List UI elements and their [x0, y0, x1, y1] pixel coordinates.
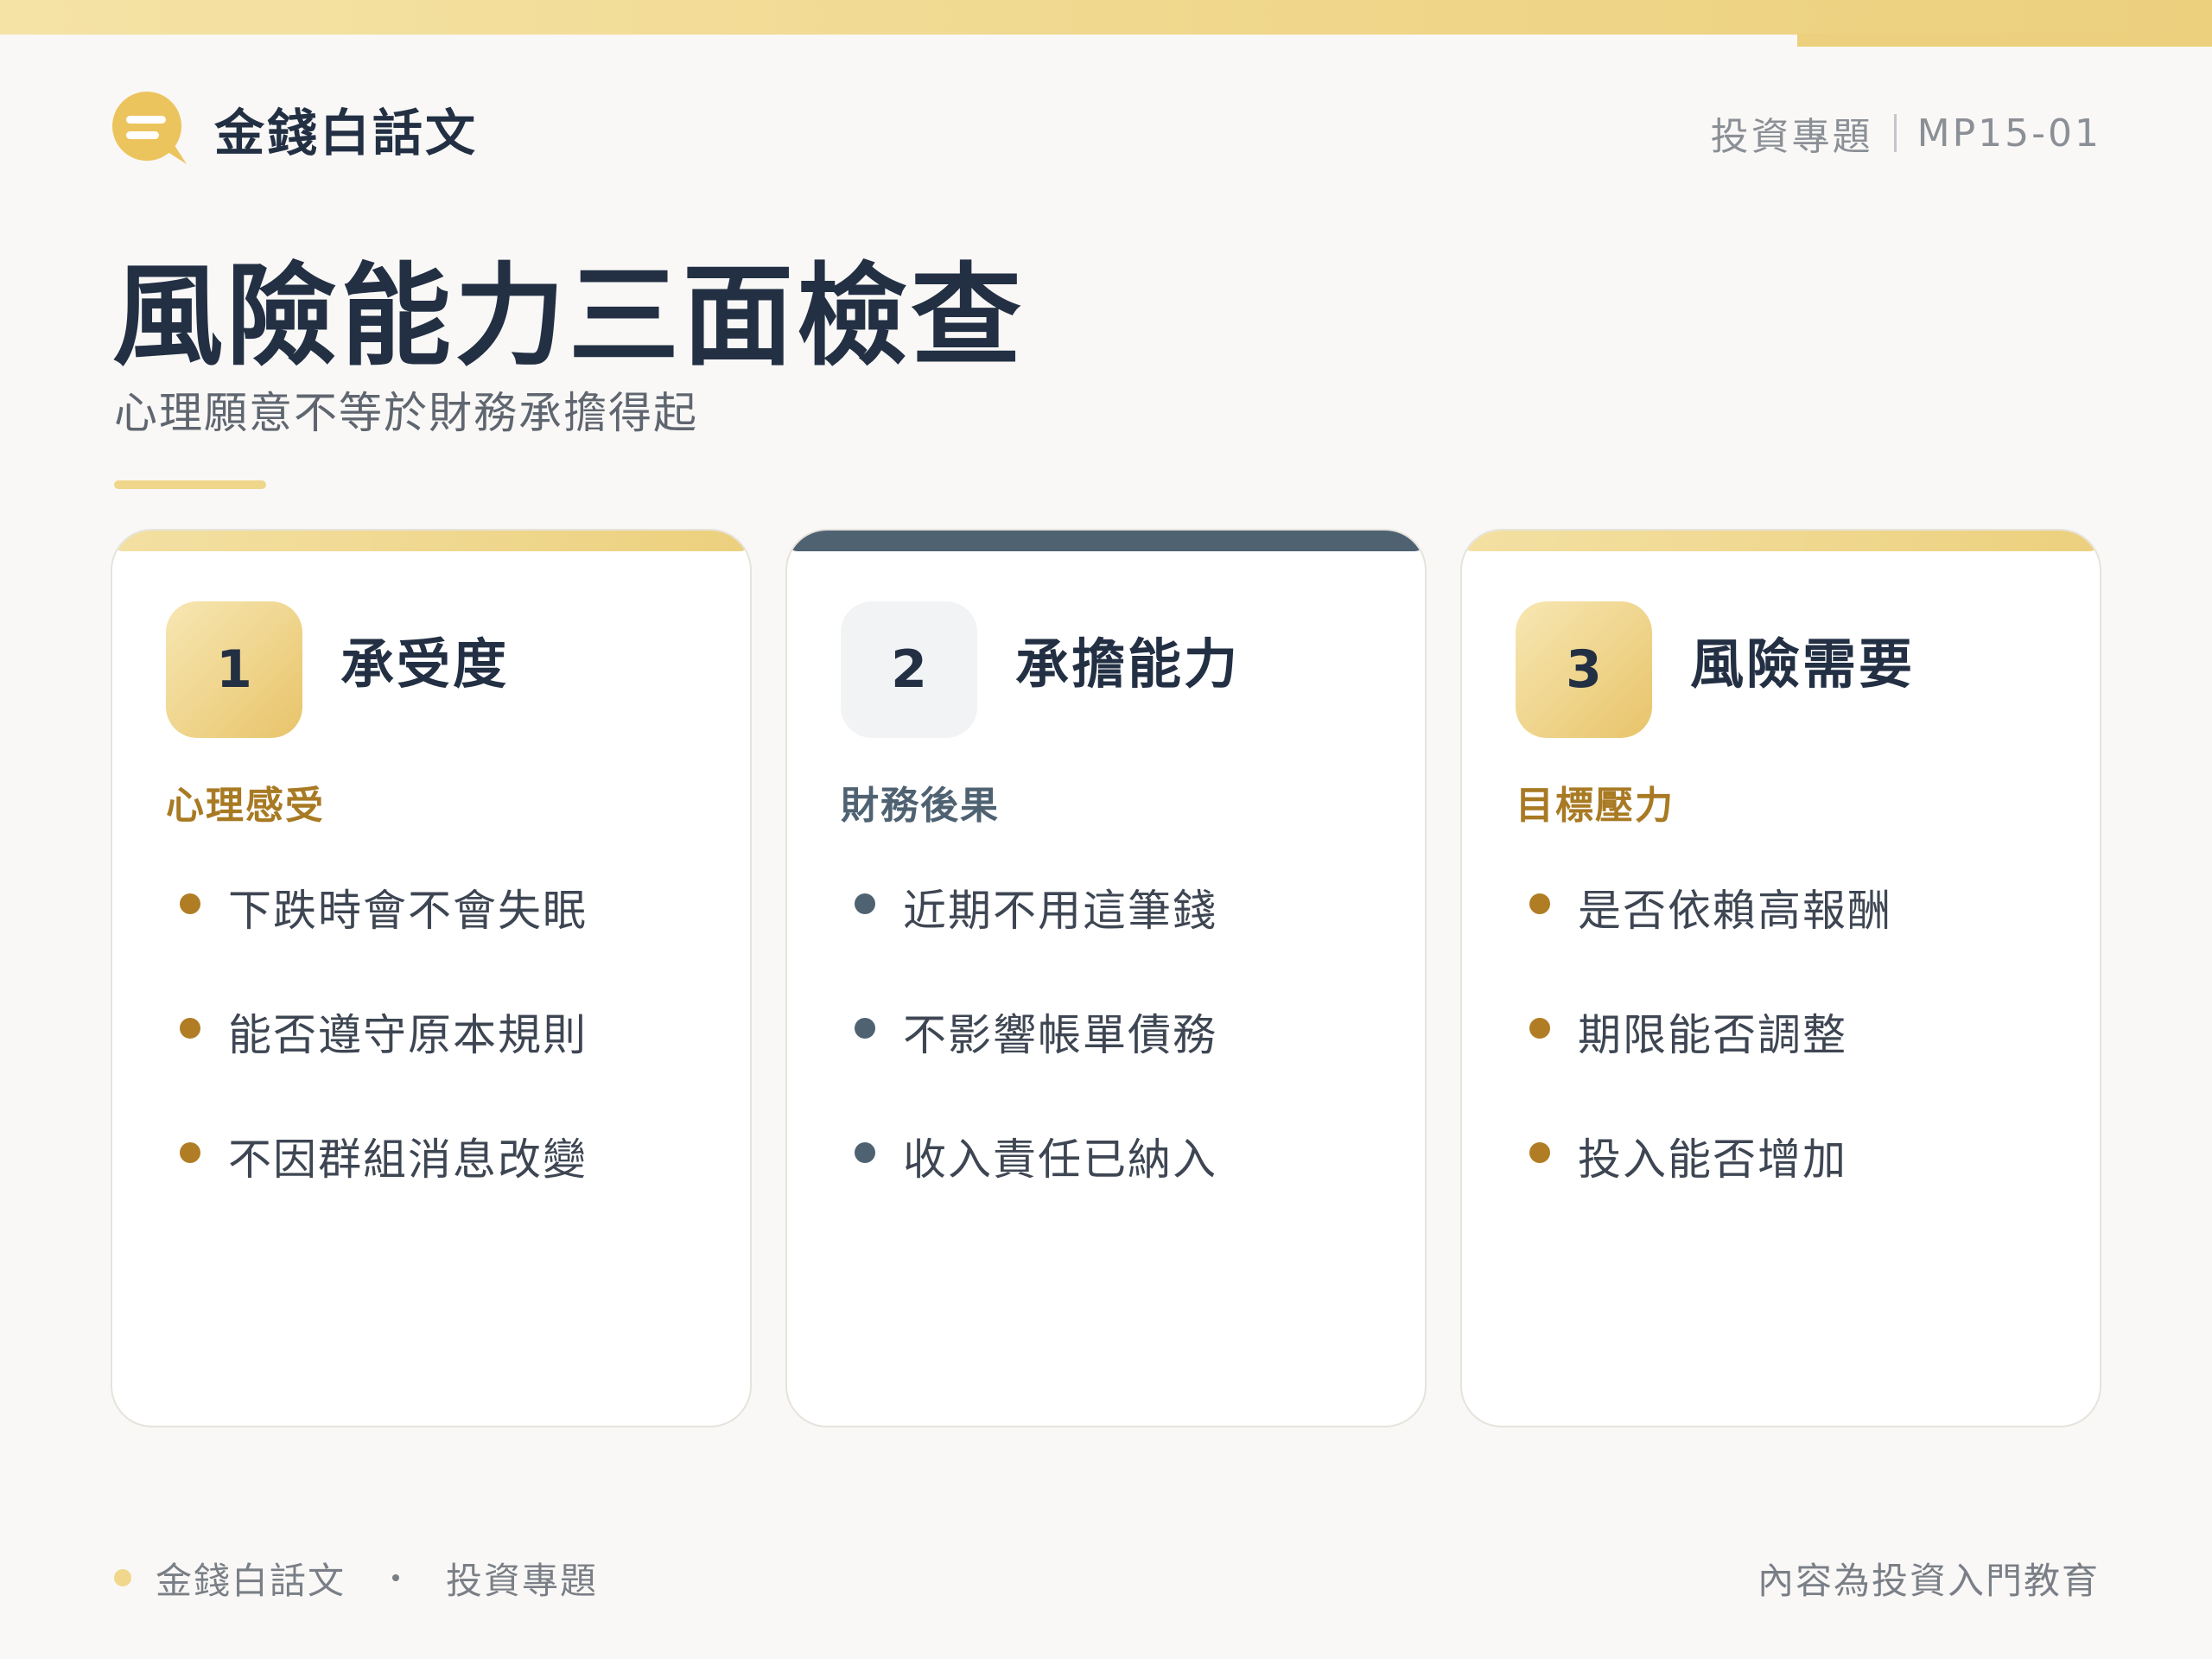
brand-name: 金錢白話文 [214, 104, 479, 162]
page-title: 風險能力三面檢查 [112, 252, 1026, 381]
header-category: 投資專題 [1710, 115, 1873, 159]
list-item-text: 下跌時會不會失眠 [228, 886, 588, 936]
bullet-dot-icon [180, 1018, 200, 1039]
header-meta: 投資專題 MP15-01 [1710, 107, 2101, 160]
header-divider [1893, 114, 1897, 152]
bullet-dot-icon [1529, 893, 1550, 914]
top-accent-bar [0, 0, 2212, 35]
bullet-dot-icon [180, 1142, 200, 1163]
bullet-dot-icon [180, 893, 200, 914]
card-accent-bar [787, 531, 1425, 551]
header-code: MP15-01 [1916, 111, 2101, 156]
page-subtitle: 心理願意不等於財務承擔得起 [114, 388, 698, 438]
chat-bubble-icon [112, 92, 187, 164]
list-item: 是否依賴高報酬 [1516, 876, 1892, 1001]
list-item-text: 收入責任已納入 [903, 1135, 1217, 1185]
card-number-badge: 1 [166, 601, 302, 738]
list-item-text: 投入能否增加 [1578, 1135, 1847, 1185]
card-number-badge: 3 [1516, 601, 1652, 738]
bullet-dot-icon [1529, 1142, 1550, 1163]
card-title: 承擔能力 [1015, 632, 1241, 696]
list-item: 下跌時會不會失眠 [166, 876, 588, 1001]
top-accent-tab [1797, 33, 2212, 47]
bullet-dot-icon [855, 1142, 875, 1163]
list-item: 投入能否增加 [1516, 1125, 1892, 1249]
footer-separator [392, 1574, 400, 1581]
card-tag: 財務後果 [841, 784, 1000, 828]
bullet-dot-icon [855, 893, 875, 914]
card-title: 風險需要 [1690, 632, 1916, 696]
list-item-text: 是否依賴高報酬 [1578, 886, 1892, 936]
list-item: 不影響帳單債務 [841, 1001, 1217, 1125]
footer-note: 內容為投資入門教育 [1757, 1559, 2100, 1602]
footer-left: 金錢白話文 投資專題 [114, 1552, 598, 1604]
list-item: 收入責任已納入 [841, 1125, 1217, 1249]
card-list: 是否依賴高報酬 期限能否調整 投入能否增加 [1516, 876, 1892, 1249]
card-accent-bar [1462, 531, 2100, 551]
card-need: 3 風險需要 目標壓力 是否依賴高報酬 期限能否調整 投入能否增加 [1460, 529, 2101, 1427]
list-item: 近期不用這筆錢 [841, 876, 1217, 1001]
card-list: 近期不用這筆錢 不影響帳單債務 收入責任已納入 [841, 876, 1217, 1249]
card-tolerance: 1 承受度 心理感受 下跌時會不會失眠 能否遵守原本規則 不因群組消息改變 [111, 529, 752, 1427]
footer-dot-icon [114, 1569, 131, 1586]
card-list: 下跌時會不會失眠 能否遵守原本規則 不因群組消息改變 [166, 876, 588, 1249]
bullet-dot-icon [1529, 1018, 1550, 1039]
list-item: 期限能否調整 [1516, 1001, 1892, 1125]
card-tag: 目標壓力 [1516, 784, 1675, 828]
title-underline [114, 480, 266, 489]
list-item-text: 不影響帳單債務 [903, 1010, 1217, 1060]
card-accent-bar [112, 531, 750, 551]
bullet-dot-icon [855, 1018, 875, 1039]
list-item-text: 期限能否調整 [1578, 1010, 1847, 1060]
card-number-badge: 2 [841, 601, 977, 738]
card-tag: 心理感受 [166, 784, 325, 828]
brand: 金錢白話文 [111, 90, 478, 168]
list-item-text: 近期不用這筆錢 [903, 886, 1217, 936]
list-item: 能否遵守原本規則 [166, 1001, 588, 1125]
card-title: 承受度 [340, 632, 510, 696]
list-item: 不因群組消息改變 [166, 1125, 588, 1249]
footer-brand: 金錢白話文 [156, 1559, 346, 1602]
footer-category: 投資專題 [446, 1559, 599, 1602]
card-capacity: 2 承擔能力 財務後果 近期不用這筆錢 不影響帳單債務 收入責任已納入 [785, 529, 1427, 1427]
list-item-text: 能否遵守原本規則 [228, 1010, 588, 1060]
list-item-text: 不因群組消息改變 [228, 1135, 588, 1185]
